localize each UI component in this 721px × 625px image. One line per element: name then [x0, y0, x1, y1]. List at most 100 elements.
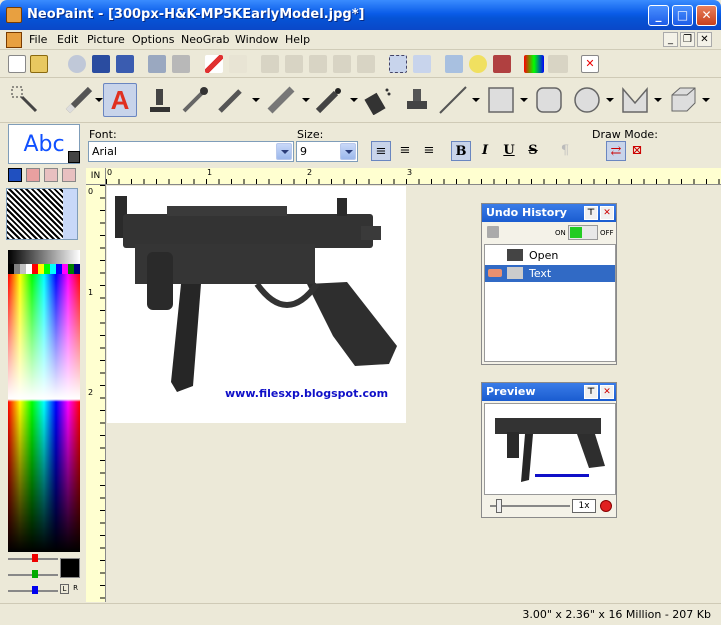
gradient-fill-button[interactable]: [44, 168, 58, 182]
history-item[interactable]: Open: [485, 247, 615, 264]
right-button-color[interactable]: R: [71, 584, 80, 594]
font-select[interactable]: Arial: [88, 141, 294, 162]
stamp-tool[interactable]: [142, 83, 176, 117]
pin-icon[interactable]: ⊤: [584, 206, 598, 220]
pen-dropdown-arrow[interactable]: [95, 98, 103, 102]
ellipse-dropdown-arrow[interactable]: [606, 98, 614, 102]
ellipse-tool[interactable]: [570, 83, 604, 117]
paste-new-icon[interactable]: [333, 55, 351, 73]
colors-256-icon[interactable]: [524, 55, 544, 73]
print-icon[interactable]: [172, 55, 190, 73]
colors-16m-icon[interactable]: [548, 55, 568, 73]
document-image[interactable]: www.filesxp.blogspot.com: [107, 186, 406, 423]
color-spectrum[interactable]: [8, 274, 80, 552]
history-item-selected[interactable]: Text: [485, 265, 615, 282]
menu-window[interactable]: Window: [235, 33, 278, 46]
polygon-dropdown-arrow[interactable]: [654, 98, 662, 102]
cube-tool[interactable]: [666, 83, 700, 117]
maximize-button[interactable]: □: [672, 5, 693, 26]
line-tool[interactable]: [436, 83, 470, 117]
record-icon[interactable]: [600, 500, 612, 512]
menu-neograb[interactable]: NeoGrab: [181, 33, 230, 46]
hint-icon[interactable]: [469, 55, 487, 73]
line-dropdown-arrow[interactable]: [472, 98, 480, 102]
open-icon[interactable]: [30, 55, 48, 73]
bold-button[interactable]: B: [451, 141, 471, 161]
palette-swatch[interactable]: [74, 264, 80, 274]
airbrush-tool[interactable]: [312, 83, 346, 117]
panel-close-icon[interactable]: ✕: [600, 206, 614, 220]
font-settings-icon[interactable]: [68, 151, 80, 163]
dropper-tool[interactable]: [178, 83, 212, 117]
preview-thumbnail[interactable]: [484, 403, 616, 495]
undo-icon[interactable]: [205, 55, 223, 73]
marker-dropdown-arrow[interactable]: [302, 98, 310, 102]
align-center-button[interactable]: ≡: [395, 141, 415, 161]
blue-slider-thumb[interactable]: [32, 586, 38, 594]
zoom-value[interactable]: 1x: [572, 499, 596, 513]
close-button[interactable]: ✕: [696, 5, 717, 26]
minimize-button[interactable]: _: [648, 5, 669, 26]
solid-fill-button[interactable]: [8, 168, 22, 182]
brush-dropdown-arrow[interactable]: [252, 98, 260, 102]
pin-icon[interactable]: ⊤: [584, 385, 598, 399]
current-color-swatch[interactable]: [60, 558, 80, 578]
delete-icon[interactable]: [357, 55, 375, 73]
draw-mode-transparent-button[interactable]: ⇄: [606, 141, 626, 161]
pattern-fill-button[interactable]: [26, 168, 40, 182]
paste-icon[interactable]: [309, 55, 327, 73]
crop-icon[interactable]: [413, 55, 431, 73]
rounded-rectangle-tool[interactable]: [532, 83, 566, 117]
italic-button[interactable]: I: [475, 141, 495, 161]
close-document-icon[interactable]: ✕: [581, 55, 599, 73]
cut-icon[interactable]: [261, 55, 279, 73]
green-slider-thumb[interactable]: [32, 570, 38, 578]
rectangle-dropdown-arrow[interactable]: [520, 98, 528, 102]
fill-tool[interactable]: [400, 83, 434, 117]
menu-edit[interactable]: Edit: [57, 33, 78, 46]
panel-close-icon[interactable]: ✕: [600, 385, 614, 399]
align-left-button[interactable]: ≡: [371, 141, 391, 161]
grayscale-strip[interactable]: [8, 250, 80, 264]
marker-tool[interactable]: [264, 83, 298, 117]
spray-tool[interactable]: [360, 83, 394, 117]
lasso-select-tool[interactable]: [8, 83, 42, 117]
left-button-color[interactable]: L: [60, 584, 69, 594]
size-select[interactable]: 9: [296, 141, 358, 162]
pattern-scrollbar[interactable]: [63, 189, 77, 239]
new-icon[interactable]: [8, 55, 26, 73]
menu-file[interactable]: File: [29, 33, 47, 46]
app-icon[interactable]: [6, 7, 22, 23]
find-icon[interactable]: [68, 55, 86, 73]
redo-icon[interactable]: [229, 55, 247, 73]
save-all-icon[interactable]: [116, 55, 134, 73]
copy-icon[interactable]: [285, 55, 303, 73]
history-toggle[interactable]: [568, 225, 598, 240]
zoom-slider[interactable]: [490, 505, 570, 507]
strikethrough-button[interactable]: S: [523, 141, 543, 161]
brush-tool[interactable]: [214, 83, 248, 117]
text-effects-button[interactable]: ¶: [555, 141, 575, 161]
pattern-list[interactable]: [6, 188, 78, 240]
polygon-tool[interactable]: [618, 83, 652, 117]
pen-tool[interactable]: [62, 83, 96, 117]
mdi-close-button[interactable]: ✕: [697, 32, 712, 47]
document-icon[interactable]: [6, 32, 22, 48]
select-all-icon[interactable]: [389, 55, 407, 73]
trash-icon[interactable]: [487, 226, 499, 238]
cube-dropdown-arrow[interactable]: [702, 98, 710, 102]
color-picker-icon[interactable]: [493, 55, 511, 73]
align-right-button[interactable]: ≡: [419, 141, 439, 161]
zoom-slider-thumb[interactable]: [496, 499, 502, 513]
red-slider-thumb[interactable]: [32, 554, 38, 562]
mdi-restore-button[interactable]: ❐: [680, 32, 695, 47]
menu-help[interactable]: Help: [285, 33, 310, 46]
texture-fill-button[interactable]: [62, 168, 76, 182]
menu-options[interactable]: Options: [132, 33, 174, 46]
draw-mode-opaque-button[interactable]: ⊠: [627, 141, 647, 161]
text-tool[interactable]: A: [103, 83, 137, 117]
rectangle-tool[interactable]: [484, 83, 518, 117]
properties-icon[interactable]: [445, 55, 463, 73]
underline-button[interactable]: U: [499, 141, 519, 161]
save-icon[interactable]: [92, 55, 110, 73]
